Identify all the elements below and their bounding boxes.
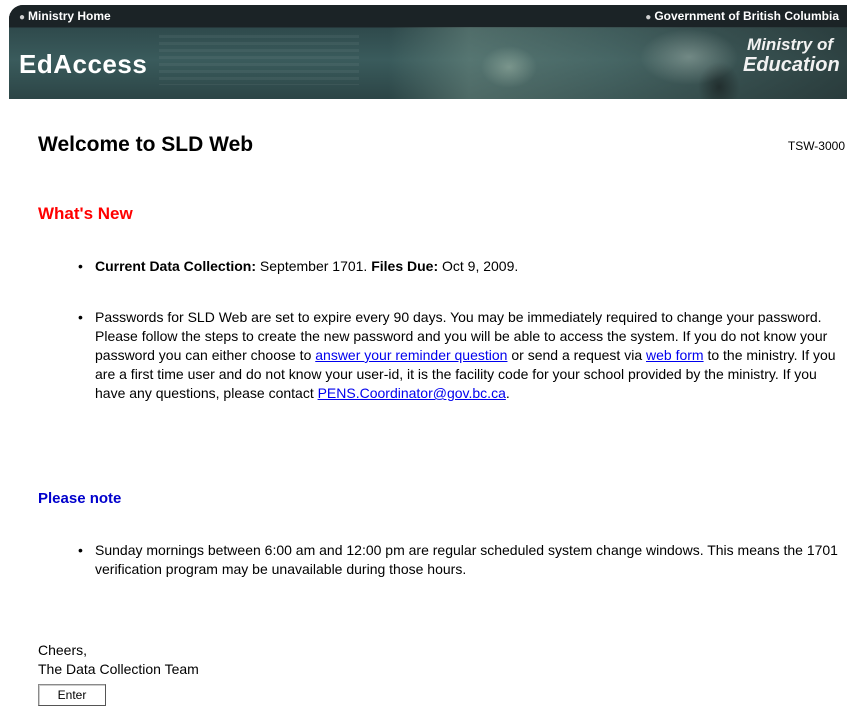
signoff: Cheers, The Data Collection Team	[38, 641, 199, 679]
list-item-maintenance-window: Sunday mornings between 6:00 am and 12:0…	[78, 541, 847, 579]
please-note-heading: Please note	[38, 490, 122, 507]
list-item-data-collection: Current Data Collection: September 1701.…	[78, 257, 847, 276]
screen-id: TSW-3000	[787, 139, 845, 153]
web-form-link[interactable]: web form	[646, 347, 704, 363]
reminder-question-link[interactable]: answer your reminder question	[315, 347, 507, 363]
government-bc-link[interactable]: ● Government of British Columbia	[645, 9, 839, 23]
ministry-home-link[interactable]: ● Ministry Home	[19, 9, 111, 23]
signoff-team: The Data Collection Team	[38, 661, 199, 677]
app-title: EdAccess	[19, 49, 148, 79]
page-title: Welcome to SLD Web	[38, 133, 254, 156]
ministry-of-education-logo: Ministry of Education	[743, 35, 840, 76]
enter-button[interactable]: Enter	[38, 684, 106, 706]
coordinator-email-link[interactable]: PENS.Coordinator@gov.bc.ca	[318, 385, 506, 401]
whats-new-heading: What's New	[38, 204, 133, 223]
bullet-icon: ●	[19, 12, 26, 23]
header-banner: ● Ministry Home ● Government of British Co…	[9, 5, 847, 99]
banner-decoration	[159, 35, 359, 85]
bullet-icon: ●	[645, 12, 652, 23]
list-item-passwords: Passwords for SLD Web are set to expire …	[78, 308, 847, 403]
signoff-greeting: Cheers,	[38, 642, 88, 658]
